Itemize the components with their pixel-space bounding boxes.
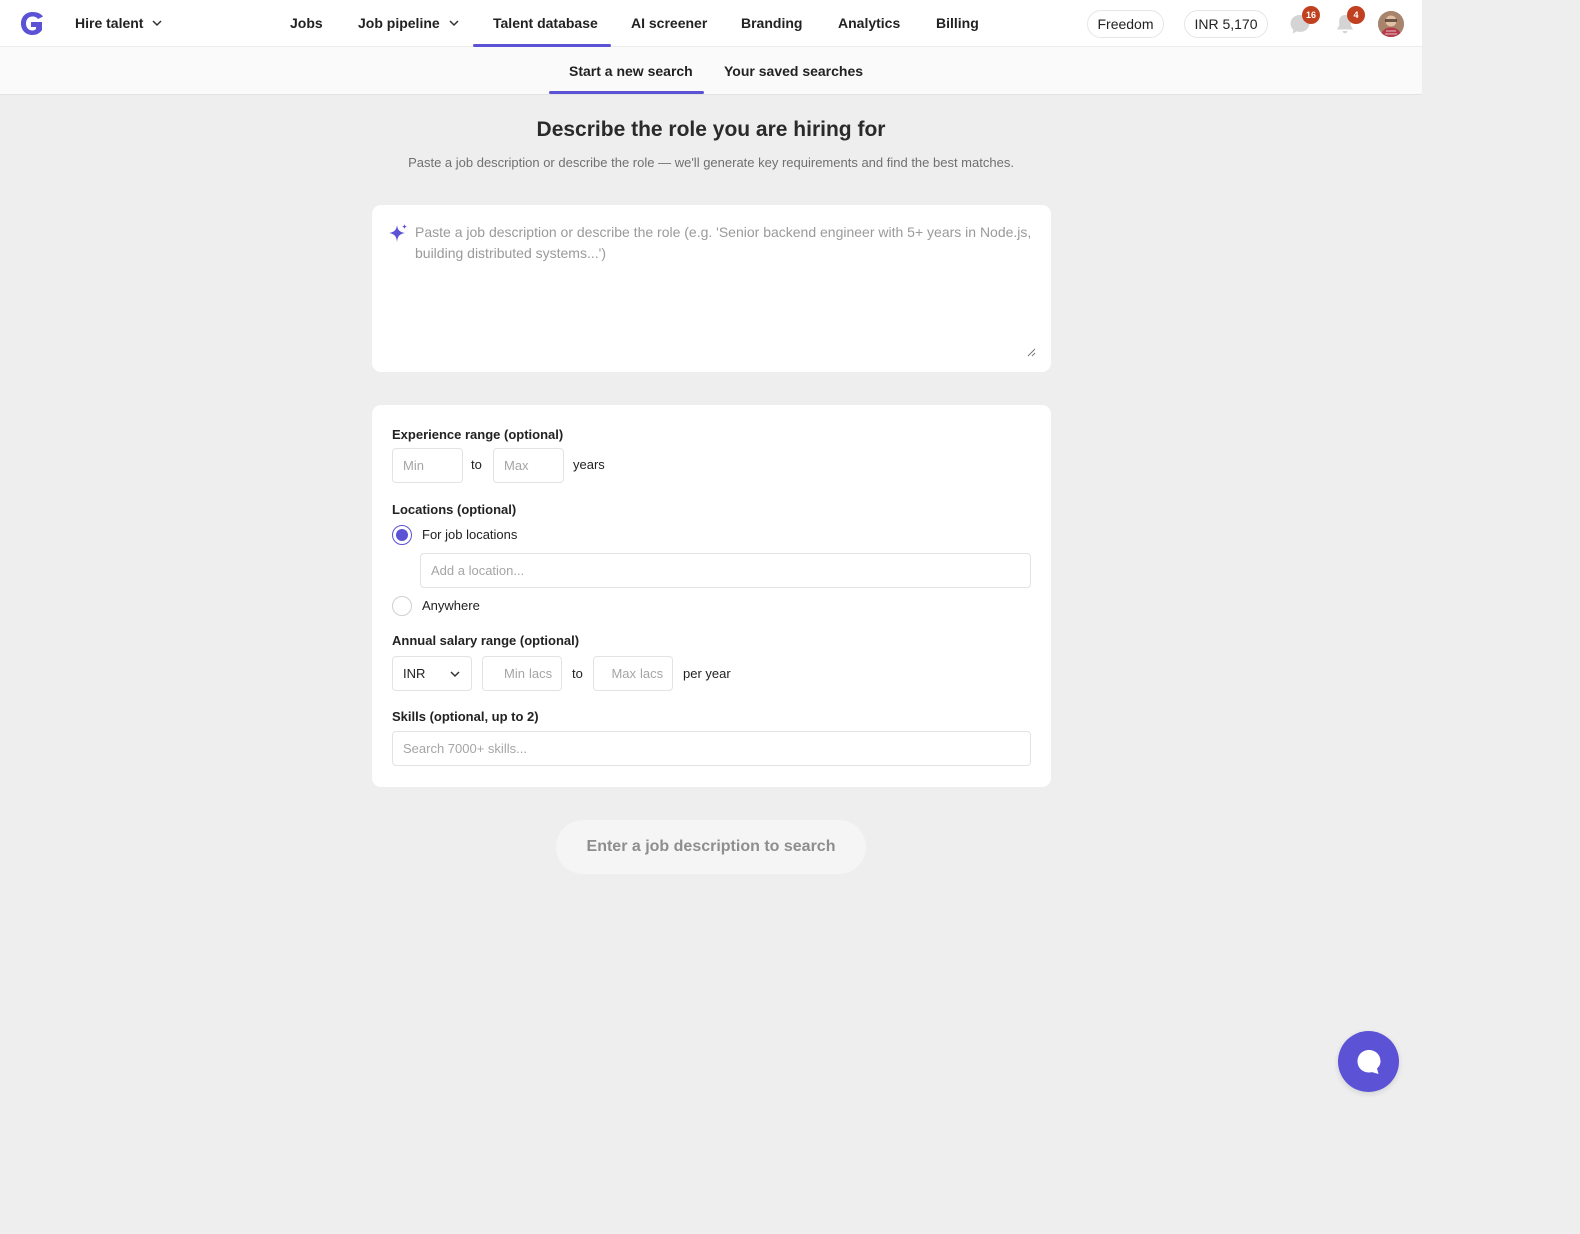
chat-support-button[interactable] <box>1338 1031 1399 1092</box>
balance-label: INR 5,170 <box>1194 16 1258 32</box>
chat-bubble-icon <box>1357 1049 1380 1074</box>
salary-max-input[interactable] <box>594 666 640 681</box>
salary-to-text: to <box>572 666 583 681</box>
experience-label: Experience range (optional) <box>392 427 564 442</box>
hire-talent-label: Hire talent <box>75 15 144 31</box>
brand-logo-icon[interactable] <box>19 10 46 37</box>
chevron-down-icon <box>449 20 459 27</box>
nav-branding[interactable]: Branding <box>741 15 802 31</box>
filters-card: Experience range (optional) to years Loc… <box>372 405 1051 787</box>
top-navigation-bar: Hire talent Jobs Job pipeline Talent dat… <box>0 0 1422 47</box>
skills-search-input[interactable] <box>392 731 1031 766</box>
page-title: Describe the role you are hiring for <box>536 118 886 141</box>
nav-label: Analytics <box>838 15 901 31</box>
salary-min-field[interactable]: lacs <box>482 656 562 691</box>
nav-analytics[interactable]: Analytics <box>838 15 900 31</box>
job-description-card <box>372 205 1051 372</box>
messages-count-badge: 16 <box>1302 6 1320 24</box>
chevron-down-icon <box>450 670 460 677</box>
location-input[interactable] <box>420 553 1031 588</box>
anywhere-option-label[interactable]: Anywhere <box>422 598 480 613</box>
experience-max-input[interactable] <box>493 448 564 483</box>
notifications-count-badge: 4 <box>1347 6 1365 24</box>
nav-label: Billing <box>936 15 979 31</box>
locations-label: Locations (optional) <box>392 502 517 517</box>
nav-label: Jobs <box>290 15 323 31</box>
salary-min-input[interactable] <box>483 666 529 681</box>
salary-max-unit: lacs <box>640 666 664 681</box>
resize-handle-icon[interactable] <box>1027 348 1036 357</box>
skills-label: Skills (optional, up to 2) <box>392 709 539 724</box>
search-button[interactable]: Enter a job description to search <box>556 820 866 874</box>
nav-label: Branding <box>741 15 803 31</box>
nav-label: Job pipeline <box>358 15 440 31</box>
nav-talent-database[interactable]: Talent database <box>493 15 598 31</box>
currency-select[interactable]: INR <box>392 656 472 691</box>
nav-billing[interactable]: Billing <box>936 15 979 31</box>
tab-start-new-search[interactable]: Start a new search <box>569 63 693 79</box>
notifications-button[interactable]: 4 <box>1331 6 1365 38</box>
salary-period-text: per year <box>683 666 731 681</box>
nav-jobs[interactable]: Jobs <box>290 15 323 31</box>
experience-unit-text: years <box>573 457 605 472</box>
salary-max-field[interactable]: lacs <box>593 656 673 691</box>
experience-to-text: to <box>471 457 482 472</box>
user-avatar[interactable] <box>1378 11 1404 37</box>
salary-label: Annual salary range (optional) <box>392 633 580 648</box>
chevron-down-icon <box>152 20 162 27</box>
nav-job-pipeline[interactable]: Job pipeline <box>358 15 460 31</box>
experience-min-input[interactable] <box>392 448 463 483</box>
nav-ai-screener[interactable]: AI screener <box>631 15 707 31</box>
radio-anywhere[interactable] <box>392 596 412 616</box>
currency-value: INR <box>403 666 426 681</box>
radio-job-locations[interactable] <box>392 525 412 545</box>
page-subtitle: Paste a job description or describe the … <box>408 155 1014 170</box>
active-subtab-indicator <box>549 91 704 94</box>
plan-label: Freedom <box>1097 16 1154 32</box>
job-locations-option-label[interactable]: For job locations <box>422 527 517 542</box>
sparkle-icon <box>389 224 407 242</box>
job-description-input[interactable] <box>415 222 1035 357</box>
nav-label: Talent database <box>493 15 598 31</box>
tab-saved-searches[interactable]: Your saved searches <box>724 63 863 79</box>
nav-label: AI screener <box>631 15 708 31</box>
hire-talent-menu[interactable]: Hire talent <box>75 15 163 31</box>
plan-badge[interactable]: Freedom <box>1087 10 1164 38</box>
messages-button[interactable]: 16 <box>1286 6 1320 38</box>
balance-badge[interactable]: INR 5,170 <box>1184 10 1268 38</box>
user-avatar-icon <box>1378 11 1404 37</box>
sub-navigation-bar: Start a new search Your saved searches <box>0 47 1422 95</box>
salary-min-unit: lacs <box>529 666 553 681</box>
